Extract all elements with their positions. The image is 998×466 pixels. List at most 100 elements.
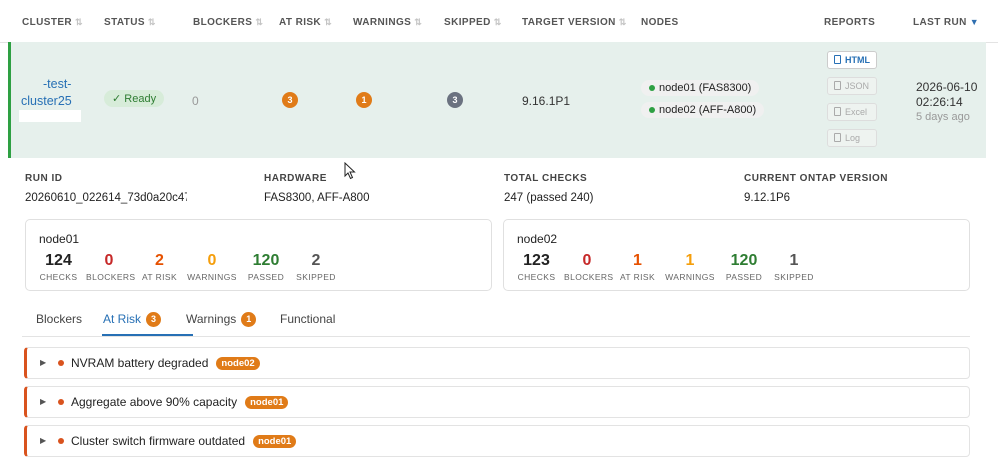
stat-value: 120 (730, 252, 758, 269)
ontap-version-label: CURRENT ONTAP VERSION (744, 173, 889, 184)
stat-value: 2 (311, 252, 321, 269)
stat-label: BLOCKERS (564, 272, 614, 282)
col-cluster[interactable]: CLUSTER ⇅ (22, 17, 83, 28)
node-label: node02 (AFF-A800) (659, 104, 757, 116)
hardware-label: HARDWARE (264, 173, 327, 184)
severity-dot-icon (58, 360, 64, 366)
sort-icon: ⇅ (147, 17, 156, 27)
node-label: node01 (FAS8300) (659, 82, 752, 94)
col-warnings[interactable]: WARNINGS ⇅ (353, 17, 422, 28)
hardware-value: FAS8300, AFF-A800 (264, 192, 370, 204)
col-target-version[interactable]: TARGET VERSION ⇅ (522, 17, 627, 28)
col-label: TARGET VERSION (522, 17, 616, 28)
col-label: NODES (641, 17, 679, 28)
list-item[interactable]: ▶ Cluster switch firmware outdated node01 (24, 425, 970, 457)
stat-skipped: 2 SKIPPED (295, 251, 337, 282)
file-icon (834, 55, 841, 64)
stat-value: 0 (207, 252, 217, 269)
stat-label: BLOCKERS (86, 272, 136, 282)
col-status[interactable]: STATUS ⇅ (104, 17, 156, 28)
node-badge: node02 (216, 357, 260, 370)
expand-arrow-icon[interactable]: ▶ (40, 358, 46, 367)
sort-icon: ⇅ (324, 17, 333, 27)
run-id-label: RUN ID (25, 173, 63, 184)
col-label: LAST RUN (913, 17, 967, 28)
col-blockers[interactable]: BLOCKERS ⇅ (193, 17, 263, 28)
node-card-node01: node01 124 CHECKS 0 BLOCKERS 2 AT RISK 0 WAR… (25, 219, 492, 291)
tab-blockers[interactable]: Blockers (36, 312, 82, 326)
active-tab-indicator (102, 334, 193, 336)
col-label: SKIPPED (444, 17, 491, 28)
sort-icon: ⇅ (255, 17, 264, 27)
sort-icon: ⇅ (75, 17, 83, 27)
status-dot-icon (649, 85, 655, 92)
col-label: BLOCKERS (193, 17, 253, 28)
col-label: WARNINGS (353, 17, 412, 28)
status-dot-icon (649, 107, 655, 114)
mouse-cursor-icon (344, 162, 356, 180)
tab-functional[interactable]: Functional (280, 312, 335, 326)
stat-label: AT RISK (141, 272, 178, 282)
tab-label: Warnings (186, 312, 237, 326)
list-item[interactable]: ▶ Aggregate above 90% capacity node01 (24, 386, 970, 418)
issue-title-text: Aggregate above 90% capacity (71, 395, 238, 409)
run-id-value: 20260610_022614_73d0a20c4723/ (25, 192, 207, 204)
stat-at-risk: 1 AT RISK (615, 251, 660, 282)
stat-passed: 120 PASSED (720, 251, 768, 282)
report-log-button[interactable]: Log (827, 129, 877, 147)
table-row[interactable]: -test- cluster25 ✓ Ready 0 3 1 3 9.16.1P… (8, 42, 986, 158)
stat-checks: 124 CHECKS (36, 251, 81, 282)
stat-value: 0 (104, 252, 114, 269)
severity-dot-icon (58, 438, 64, 444)
col-nodes: NODES (641, 17, 679, 28)
col-skipped[interactable]: SKIPPED ⇅ (444, 17, 502, 28)
severity-dot-icon (58, 399, 64, 405)
tab-label: Blockers (36, 312, 83, 326)
col-label: REPORTS (824, 17, 876, 28)
stat-value: 124 (45, 252, 72, 269)
report-label: Excel (845, 107, 868, 117)
file-icon (834, 81, 841, 90)
tab-at-risk[interactable]: At Risk 3 (103, 312, 162, 327)
stat-label: AT RISK (619, 272, 656, 282)
issue-title-text: Cluster switch firmware outdated (71, 434, 246, 448)
blockers-count: 0 (192, 94, 199, 108)
stat-label: PASSED (247, 272, 285, 282)
stat-passed: 120 PASSED (242, 251, 290, 282)
expand-arrow-icon[interactable]: ▶ (40, 397, 46, 406)
sort-icon: ⇅ (618, 17, 627, 27)
stat-value: 1 (685, 252, 695, 269)
report-json-button[interactable]: JSON (827, 77, 877, 95)
tab-count-badge: 3 (146, 312, 162, 327)
tab-label: Functional (280, 312, 336, 326)
expand-arrow-icon[interactable]: ▶ (40, 436, 46, 445)
tab-count-badge: 1 (241, 312, 257, 327)
table-header: CLUSTER ⇅ STATUS ⇅ BLOCKERS ⇅ AT RISK ⇅ WARN… (0, 0, 998, 43)
cluster-link[interactable]: -test- cluster25 (21, 76, 72, 110)
node-badge: node01 (253, 435, 297, 448)
issue-title: Aggregate above 90% capacity node01 (71, 395, 289, 409)
cluster-name-line2: cluster25 (21, 94, 72, 108)
report-label: HTML (845, 55, 870, 65)
col-label: AT RISK (279, 17, 322, 28)
report-label: JSON (845, 81, 870, 91)
report-html-button[interactable]: HTML (827, 51, 877, 69)
stat-value: 120 (252, 252, 280, 269)
report-label: Log (845, 133, 861, 143)
stat-label: WARNINGS (665, 272, 715, 282)
stat-value: 2 (155, 252, 164, 269)
last-run-ago: 5 days ago (916, 111, 970, 123)
list-item[interactable]: ▶ NVRAM battery degraded node02 (24, 347, 970, 379)
col-last-run[interactable]: LAST RUN ▼ (913, 17, 979, 28)
last-run: 2026-06-10 02:26:14 5 days ago (916, 80, 977, 125)
stat-value: 1 (789, 252, 799, 269)
node-badge: node01 (245, 396, 289, 409)
redaction-box (19, 110, 81, 122)
file-icon (834, 133, 841, 142)
stat-blockers: 0 BLOCKERS (564, 251, 614, 282)
col-at-risk[interactable]: AT RISK ⇅ (279, 17, 332, 28)
report-excel-button[interactable]: Excel (827, 103, 877, 121)
last-run-time: 02:26:14 (916, 95, 963, 109)
tab-warnings[interactable]: Warnings 1 (186, 312, 257, 327)
stat-label: SKIPPED (296, 272, 336, 282)
